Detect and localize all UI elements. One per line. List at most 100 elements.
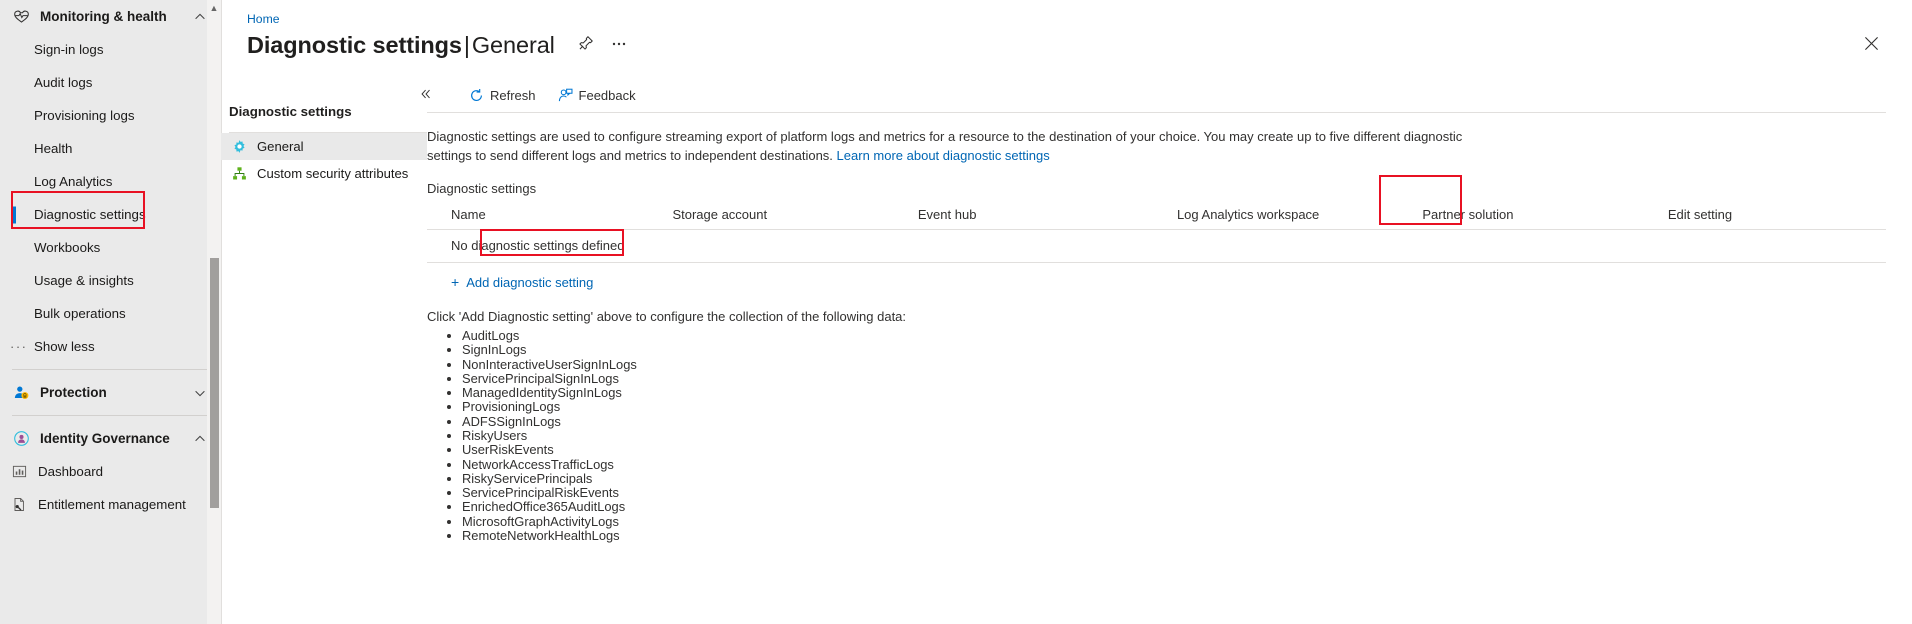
refresh-icon [469, 88, 484, 103]
sidebar-item-label: Log Analytics [34, 174, 113, 189]
plus-icon: + [451, 274, 460, 290]
heart-pulse-icon [10, 8, 32, 25]
table-header: Name Storage account Event hub Log Analy… [427, 204, 1886, 230]
list-item: RiskyServicePrincipals [462, 471, 1886, 486]
inner-nav-title: Diagnostic settings [229, 103, 352, 119]
inner-nav-item-custom-security-attributes[interactable]: Custom security attributes [221, 160, 427, 187]
inner-nav-item-label: Custom security attributes [257, 166, 409, 181]
list-item: SignInLogs [462, 343, 1886, 357]
selected-indicator [13, 206, 16, 223]
chevron-down-icon[interactable] [193, 386, 207, 400]
list-item: NetworkAccessTrafficLogs [462, 457, 1886, 472]
add-diagnostic-setting-label: Add diagnostic setting [466, 274, 594, 290]
inner-nav-item-label: General [257, 139, 304, 154]
menu-group-label: Protection [40, 385, 107, 400]
add-diagnostic-setting-link[interactable]: + Add diagnostic setting [451, 272, 1886, 292]
list-item: MicrosoftGraphActivityLogs [462, 514, 1886, 529]
ellipsis-icon: ··· [10, 339, 28, 354]
chevron-up-icon[interactable] [193, 432, 207, 446]
menu-group-protection[interactable]: Protection [0, 376, 221, 409]
column-header-name: Name [451, 207, 486, 222]
chevron-up-icon[interactable] [193, 10, 207, 24]
learn-more-link[interactable]: Learn more about diagnostic settings [837, 148, 1050, 163]
sidebar-item-diagnostic-settings[interactable]: Diagnostic settings [0, 198, 221, 231]
sidebar-item-label: Usage & insights [34, 273, 134, 288]
resource-menu: Monitoring & health Sign-in logs Audit l… [0, 0, 221, 624]
attributes-icon [229, 166, 249, 181]
description-text: Diagnostic settings are used to configur… [427, 127, 1507, 165]
list-item: EnrichedOffice365AuditLogs [462, 500, 1886, 514]
title-row: Diagnostic settings|General [247, 32, 1912, 59]
diagnostic-settings-blade: Home Diagnostic settings|General Diagnos… [221, 0, 1912, 624]
blade-inner-nav: Diagnostic settings General Custom secur… [221, 72, 427, 624]
page-title-section: General [471, 32, 555, 58]
close-icon[interactable] [1858, 30, 1884, 56]
more-options-icon[interactable] [610, 35, 628, 57]
menu-group-label: Identity Governance [40, 431, 170, 446]
blade-header: Home Diagnostic settings|General [221, 0, 1912, 72]
sidebar-item-usage-insights[interactable]: Usage & insights [0, 264, 221, 297]
column-header-edit-setting: Edit setting [1667, 207, 1733, 222]
list-item: ADFSSignInLogs [462, 414, 1886, 429]
sidebar-item-label: Show less [34, 339, 95, 354]
page-title-resource: Diagnostic settings [247, 32, 462, 58]
sidebar-item-sign-in-logs[interactable]: Sign-in logs [0, 33, 221, 66]
column-header-event-hub: Event hub [917, 207, 977, 222]
sidebar-item-entitlement-management[interactable]: Entitlement management [0, 488, 221, 521]
command-toolbar: Refresh Feedback [421, 79, 1886, 111]
pin-icon[interactable] [577, 35, 594, 56]
list-item: AuditLogs [462, 328, 1886, 343]
page-title-separator: | [463, 32, 470, 58]
column-header-log-analytics: Log Analytics workspace [1176, 207, 1320, 222]
empty-state-message: No diagnostic settings defined [427, 229, 1886, 263]
inner-nav-item-general[interactable]: General [221, 133, 427, 160]
sidebar-item-provisioning-logs[interactable]: Provisioning logs [0, 99, 221, 132]
sidebar-item-bulk-operations[interactable]: Bulk operations [0, 297, 221, 330]
instruction-text: Click 'Add Diagnostic setting' above to … [427, 309, 907, 324]
sidebar-item-workbooks[interactable]: Workbooks [0, 231, 221, 264]
menu-divider [12, 415, 207, 416]
feedback-button[interactable]: Feedback [550, 81, 644, 109]
sidebar-item-health[interactable]: Health [0, 132, 221, 165]
list-item: RiskyUsers [462, 428, 1886, 443]
menu-divider [12, 369, 207, 370]
list-item: ManagedIdentitySignInLogs [462, 386, 1886, 400]
scroll-up-arrow[interactable]: ▲ [209, 3, 219, 13]
identity-governance-icon [10, 430, 32, 447]
log-categories-list: AuditLogs SignInLogs NonInteractiveUserS… [427, 328, 1886, 543]
list-item: ProvisioningLogs [462, 400, 1886, 414]
sidebar-item-label: Sign-in logs [34, 42, 104, 57]
list-item: ServicePrincipalSignInLogs [462, 371, 1886, 386]
user-shield-icon [10, 384, 32, 401]
list-item: NonInteractiveUserSignInLogs [462, 357, 1886, 372]
sidebar-item-show-less[interactable]: ··· Show less [0, 330, 221, 363]
sidebar-item-label: Workbooks [34, 240, 101, 255]
diagnostic-settings-table: Name Storage account Event hub Log Analy… [427, 204, 1886, 263]
column-header-partner-solution: Partner solution [1422, 207, 1514, 222]
feedback-label: Feedback [578, 87, 636, 103]
scrollbar-thumb[interactable] [210, 258, 219, 508]
menu-group-monitoring-health[interactable]: Monitoring & health [0, 0, 221, 33]
resource-menu-scrollbar[interactable]: ▲ [207, 0, 221, 624]
column-header-storage-account: Storage account [672, 207, 768, 222]
sidebar-item-label: Bulk operations [34, 306, 126, 321]
menu-group-identity-governance[interactable]: Identity Governance [0, 422, 221, 455]
blade-body: Diagnostic settings General Custom secur… [221, 72, 1912, 624]
gear-icon [229, 139, 249, 154]
feedback-person-icon [558, 88, 573, 103]
page-title: Diagnostic settings|General [247, 32, 555, 59]
sidebar-item-log-analytics[interactable]: Log Analytics [0, 165, 221, 198]
breadcrumb-home-link[interactable]: Home [247, 12, 280, 26]
entitlement-icon [8, 497, 30, 512]
refresh-label: Refresh [490, 87, 536, 103]
refresh-button[interactable]: Refresh [461, 81, 544, 109]
dashboard-icon [8, 464, 30, 479]
list-item: UserRiskEvents [462, 443, 1886, 457]
sidebar-item-dashboard[interactable]: Dashboard [0, 455, 221, 488]
sidebar-item-label: Diagnostic settings [34, 207, 146, 222]
menu-group-label: Monitoring & health [40, 9, 167, 24]
list-item: RemoteNetworkHealthLogs [462, 528, 1886, 543]
toolbar-divider [427, 112, 1886, 113]
sidebar-item-audit-logs[interactable]: Audit logs [0, 66, 221, 99]
breadcrumb[interactable]: Home [247, 10, 1912, 28]
